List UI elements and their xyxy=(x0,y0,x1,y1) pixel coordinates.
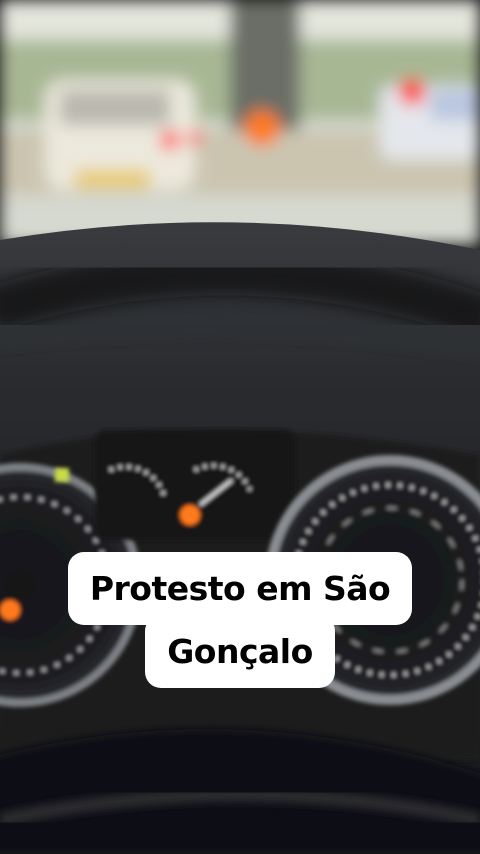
caption-line-2-wrap: Gonçalo xyxy=(0,615,480,688)
windshield-view xyxy=(0,0,480,245)
video-caption-line-2: Gonçalo xyxy=(145,615,335,688)
video-frame[interactable]: Protesto em São Gonçalo xyxy=(0,0,480,854)
dashcam-scene xyxy=(0,0,480,854)
